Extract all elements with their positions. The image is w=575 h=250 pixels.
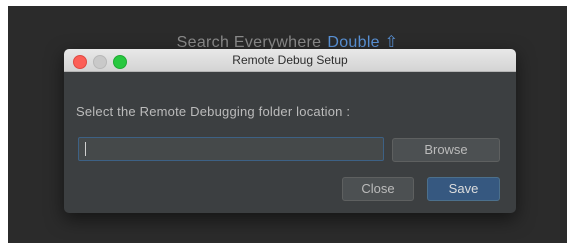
dialog-titlebar[interactable]: Remote Debug Setup — [64, 49, 516, 72]
remote-debug-setup-dialog: Remote Debug Setup Select the Remote Deb… — [64, 49, 516, 213]
folder-path-input[interactable] — [78, 137, 384, 161]
dialog-title: Remote Debug Setup — [232, 53, 348, 67]
browse-button[interactable]: Browse — [392, 138, 500, 162]
screenshot-root: Search Everywhere Double ⇧ Remote Debug S… — [0, 0, 575, 250]
close-button[interactable]: Close — [342, 177, 414, 201]
text-caret — [85, 142, 86, 156]
save-button[interactable]: Save — [427, 177, 500, 201]
folder-location-prompt: Select the Remote Debugging folder locat… — [76, 104, 351, 119]
